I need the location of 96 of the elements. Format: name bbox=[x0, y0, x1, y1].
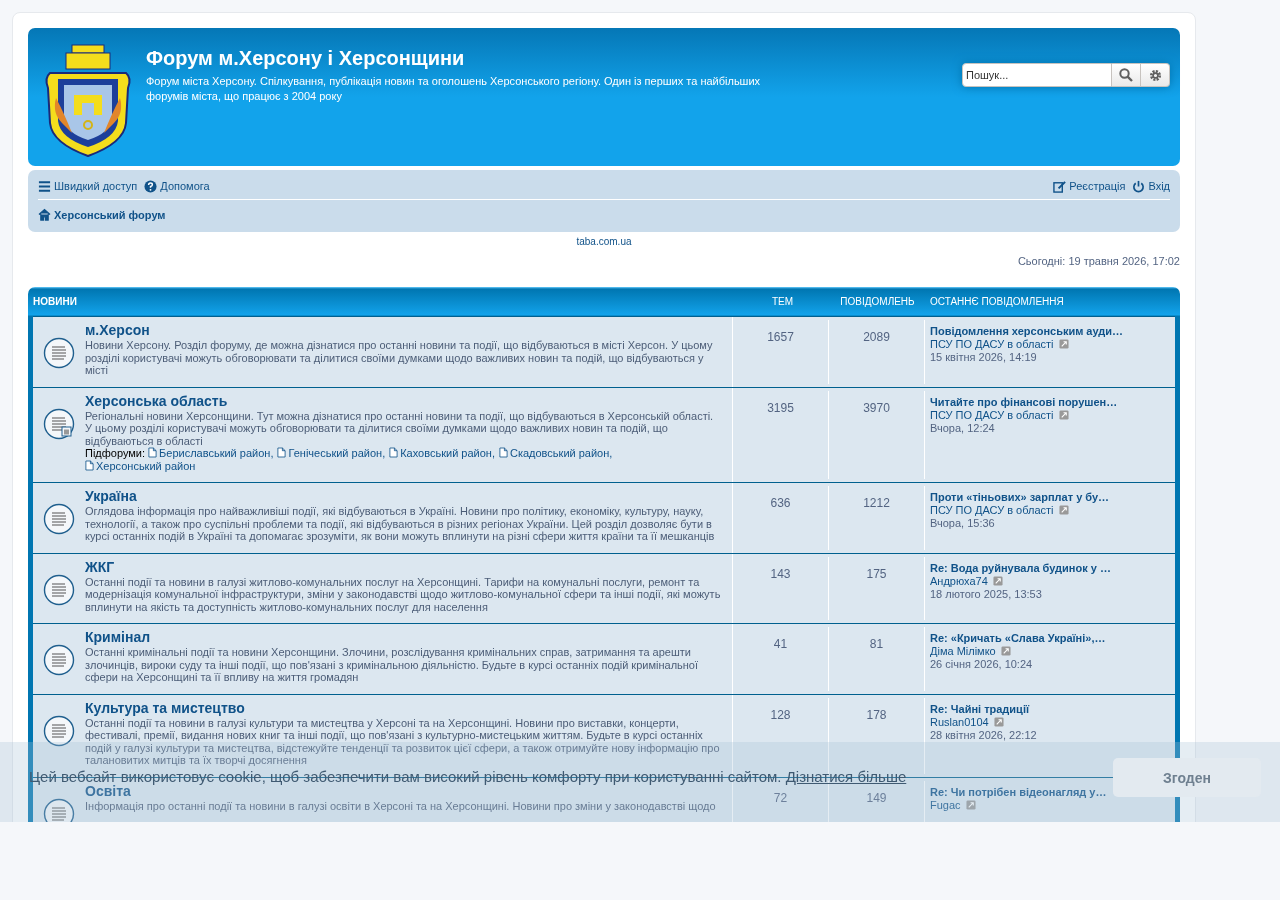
author-link[interactable]: ПСУ ПО ДАСУ в області bbox=[930, 408, 1054, 421]
settings-icon bbox=[1148, 68, 1162, 82]
last-post-title-link[interactable]: Re: «Кричать «Слава Україні»,… bbox=[930, 632, 1175, 644]
post-count: 3970 bbox=[863, 400, 890, 415]
view-post-icon[interactable] bbox=[992, 575, 1003, 586]
document-icon bbox=[277, 447, 287, 458]
nav-link[interactable]: Реєстрація bbox=[1053, 179, 1126, 193]
forum-title-link[interactable]: Україна bbox=[85, 488, 722, 505]
search-icon bbox=[1119, 68, 1133, 82]
last-post-title-link[interactable]: Re: Чайні традиції bbox=[930, 702, 1175, 715]
home-icon bbox=[38, 208, 51, 221]
topic-count: 1657 bbox=[767, 330, 794, 344]
document-icon bbox=[389, 447, 399, 458]
search-field[interactable]: Пошук... bbox=[962, 63, 1112, 87]
subforum-link[interactable]: Каховський район bbox=[389, 447, 492, 459]
topic-count: 72 bbox=[773, 790, 788, 805]
document-icon bbox=[85, 459, 94, 471]
last-post-time: 26 січня 2026, 10:24 bbox=[930, 658, 1034, 670]
forum-description: Останні події та новини в галузі культури та мистецтва у Херсоні та на Херсонщині. Новини про виставки, концерти, фестивалі, премії, видання нових книг та інші події, що пов'язані з культурно-мистецьким життям. Будьте в курсі останніх подій у галузі культури та мистецтва, відстежуйте тенденції та розвиток цієї сфери, а також отримуйте нову інформацію про талановитих митців та їх творчі досягнення bbox=[85, 716, 721, 767]
column-header: ТЕМ bbox=[770, 296, 795, 307]
forum-icon bbox=[43, 573, 75, 606]
search-button[interactable] bbox=[1112, 63, 1141, 87]
column-header: ОСТАННЄ ПОВІДОМЛЕННЯ bbox=[929, 296, 1065, 307]
nav-link[interactable]: Швидкий доступ bbox=[38, 179, 138, 193]
forum-description: Останні кримінальні події та новини Херсонщини. Злочини, розслідування кримінальних справ, затримання та арешти злочинців, вироки суду та інші події, що пов'язані з кримінальною діяльністю. Будьте в курсі останніх подій кримінальної сфери на Херсонщині та її впливу на життя громадян bbox=[85, 646, 700, 684]
forum-title-link[interactable]: м.Херсон bbox=[85, 322, 722, 339]
author-link[interactable]: Діма Мілімко bbox=[930, 645, 996, 657]
nav-link[interactable]: Вхід bbox=[1132, 179, 1170, 193]
last-post-time: 18 лютого 2025, 13:53 bbox=[930, 587, 1043, 600]
separator-comma: , bbox=[270, 447, 274, 459]
last-post-title-link[interactable]: Проти «тіньових» зарплат у бу… bbox=[930, 491, 1175, 503]
forum-description: Інформація про останні події та новини в галузі освіти в Херсоні та на Херсонщині. Новини про зміни у законодавстві щодо bbox=[85, 799, 717, 812]
forum-icon bbox=[43, 714, 75, 747]
forum-description: Регіональні новини Херсонщини. Тут можна дізнатися про останні новини та події, що відбуваються в Херсонській області. У цьому розділі користувачі можуть обговорювати та ділитися своїми думками щодо важливих новин та подій, що відбуваються в області bbox=[85, 409, 715, 447]
post-count: 1212 bbox=[863, 496, 890, 510]
forum-icon bbox=[43, 503, 75, 535]
last-post-title-link[interactable]: Повідомлення херсонським ауди… bbox=[930, 325, 1175, 337]
advanced-search-button[interactable] bbox=[1141, 63, 1170, 87]
forum-icon bbox=[43, 644, 75, 676]
post-count: 178 bbox=[866, 707, 887, 722]
forum-title-link[interactable]: ЖКГ bbox=[85, 558, 722, 576]
power-icon bbox=[1132, 179, 1146, 193]
document-icon bbox=[498, 447, 508, 458]
author-link[interactable]: Fugac bbox=[930, 798, 961, 811]
last-post-time: Вчора, 15:36 bbox=[930, 517, 996, 529]
view-post-icon[interactable] bbox=[1000, 646, 1011, 656]
last-post-time: 28 квітня 2026, 22:12 bbox=[930, 728, 1038, 741]
author-link[interactable]: ПСУ ПО ДАСУ в області bbox=[930, 338, 1054, 350]
topic-count: 41 bbox=[773, 637, 788, 651]
author-link[interactable]: Ruslan0104 bbox=[930, 715, 989, 728]
topic-count: 636 bbox=[770, 496, 791, 510]
separator-comma: , bbox=[382, 447, 386, 459]
view-post-icon[interactable] bbox=[1058, 505, 1069, 515]
post-count: 81 bbox=[869, 637, 884, 651]
subforums-label: Підфоруми: bbox=[85, 447, 146, 459]
accept-button[interactable]: Згоден bbox=[1113, 758, 1261, 797]
breadcrumb-link[interactable]: Херсонський форум bbox=[38, 208, 166, 221]
ad-link[interactable]: taba.com.ua bbox=[576, 236, 632, 247]
forum-icon bbox=[43, 407, 75, 440]
topic-count: 3195 bbox=[767, 400, 794, 415]
last-post-time: 15 квітня 2026, 14:19 bbox=[930, 351, 1038, 363]
view-post-icon[interactable] bbox=[993, 716, 1004, 727]
site-title: Форум м.Херсону і Херсонщини bbox=[146, 47, 466, 70]
view-post-icon[interactable] bbox=[1058, 339, 1069, 349]
post-count: 149 bbox=[866, 790, 887, 805]
post-count: 2089 bbox=[863, 330, 890, 344]
topic-count: 128 bbox=[770, 707, 791, 722]
category-title[interactable]: НОВИНИ bbox=[33, 296, 735, 307]
forum-icon bbox=[43, 797, 75, 822]
last-post-title-link[interactable]: Re: Вода руйнувала будинок у … bbox=[930, 561, 1175, 574]
site-description: Форум міста Херсону. Спілкування, публікація новин та оголошень Херсонського регіону. Один із перших та найбільших форумів міста, що працює з 2004 року bbox=[146, 74, 762, 105]
forum-icon bbox=[43, 337, 75, 369]
author-link[interactable]: ПСУ ПО ДАСУ в області bbox=[930, 504, 1054, 516]
separator-comma: , bbox=[491, 447, 495, 459]
forum-title-link[interactable]: Кримінал bbox=[85, 629, 722, 646]
current-time: Сьогодні: 19 травня 2026, 17:02 bbox=[1017, 255, 1180, 267]
nav-link[interactable]: Допомога bbox=[144, 179, 210, 193]
forum-description: Оглядова інформація про найважливіші події, які відбуваються в Україні. Новини про політику, економіку, культуру, науку, технології, а також про суспільні проблеми та події, які відбуваються в різних регіонах України. Цей розділ дозволяє бути в курсі останніх подій в Україні та допомагає зрозуміти, як вони можуть вплинути на різні сфери життя країни та її мешканців bbox=[85, 505, 716, 543]
last-post-time: Вчора, 12:24 bbox=[930, 421, 996, 434]
menu-icon bbox=[38, 179, 51, 193]
forum-description: Останні події та новини в галузі житлово-комунальних послуг на Херсонщині. Тарифи на комунальні послуги, ремонт та модернізація комунальної інфраструктури, зміни у законодавстві щодо житлово-комунальної сфери та інші події, які можуть вплинути на якість та доступність житлово-комунальних послуг для населення bbox=[85, 575, 722, 613]
author-link[interactable]: Андрюха74 bbox=[930, 574, 988, 587]
last-post-title-link[interactable]: Читайте про фінансові порушен… bbox=[930, 395, 1175, 408]
edit-icon bbox=[1053, 179, 1067, 193]
forum-title-link[interactable]: Культура та мистецтво bbox=[85, 699, 722, 717]
view-post-icon[interactable] bbox=[1058, 409, 1069, 420]
help-icon bbox=[144, 179, 158, 193]
separator-comma: , bbox=[609, 447, 613, 459]
document-icon bbox=[148, 447, 158, 458]
forum-title-link[interactable]: Херсонська область bbox=[85, 392, 722, 410]
forum-description: Новини Херсону. Розділ форуму, де можна дізнатися про останні новини та події, що відбуваються в місті Херсон. У цьому розділі користувачі можуть обговорювати та ділитися своїми думками щодо важливих новин та подій, що відбуваються у місті bbox=[85, 339, 714, 377]
column-header: ПОВІДОМЛЕНЬ bbox=[839, 296, 916, 307]
topic-count: 143 bbox=[770, 566, 791, 581]
view-post-icon[interactable] bbox=[965, 799, 976, 810]
subforum-link[interactable]: Херсонський район bbox=[85, 459, 196, 472]
post-count: 175 bbox=[866, 566, 887, 581]
